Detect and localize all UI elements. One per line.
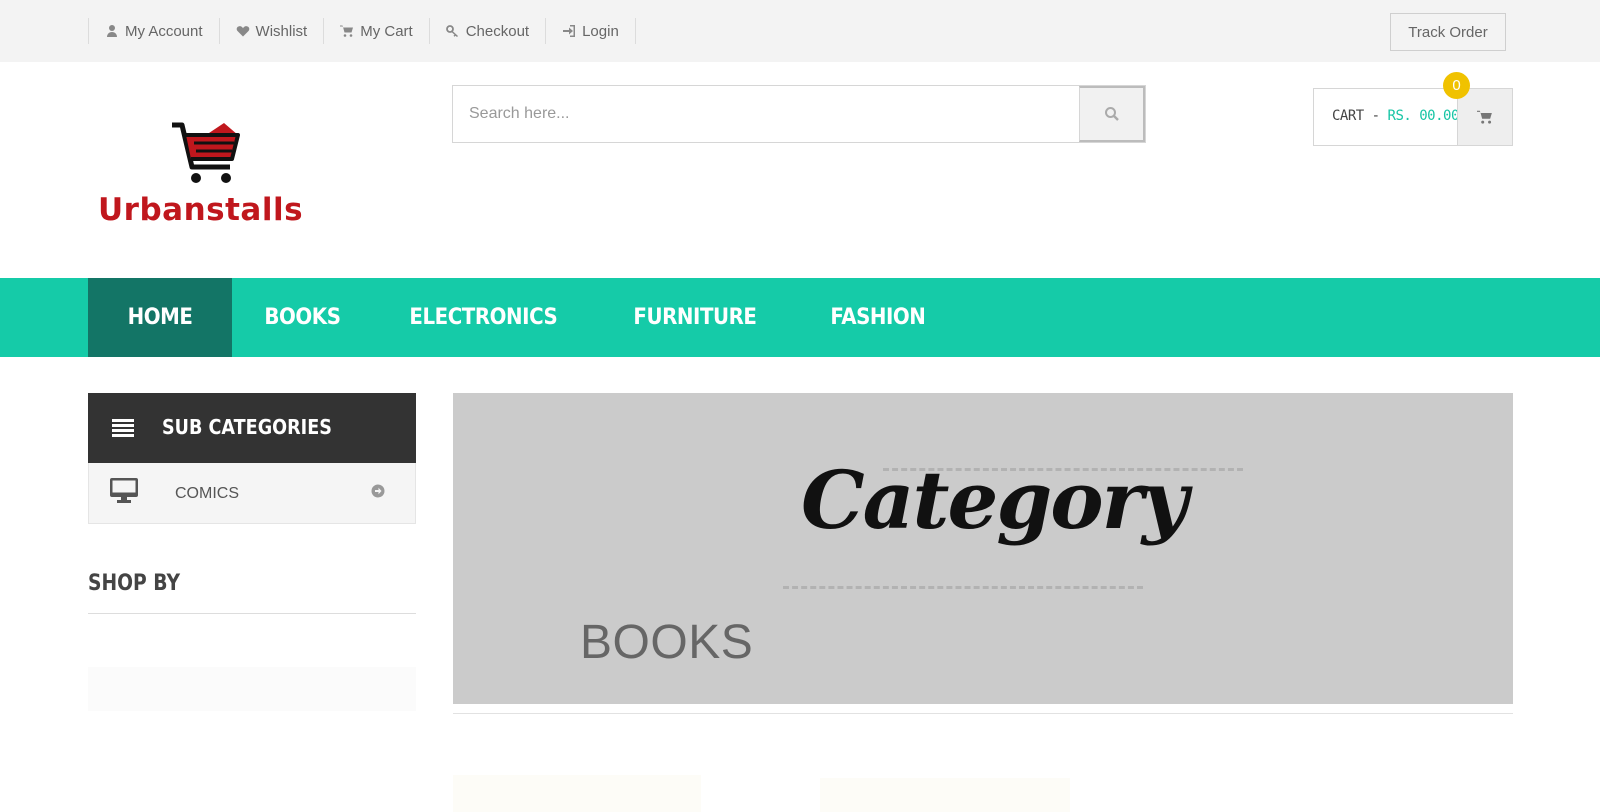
- top-links: My Account Wishlist My Cart Checkout Log…: [88, 18, 636, 44]
- category-banner: Category BOOKS: [453, 393, 1513, 704]
- heart-icon: [236, 24, 250, 38]
- logo-cart-icon: [172, 122, 240, 183]
- faded-filter-block: [88, 667, 416, 711]
- user-icon: [105, 24, 119, 38]
- sub-categories-title: SUB CATEGORIES: [162, 415, 332, 439]
- my-cart-link[interactable]: My Cart: [323, 18, 429, 44]
- sub-categories-header: SUB CATEGORIES: [88, 393, 416, 463]
- nav-item-electronics[interactable]: ELECTRONICS: [377, 278, 590, 357]
- top-bar: My Account Wishlist My Cart Checkout Log…: [0, 0, 1600, 62]
- checkout-label: Checkout: [465, 22, 530, 40]
- cart-amount: RS. 00.00: [1387, 108, 1460, 124]
- wishlist-link[interactable]: Wishlist: [218, 18, 324, 44]
- my-account-label: My Account: [125, 22, 203, 40]
- search-icon: [1104, 107, 1119, 121]
- cart-count-badge: 0: [1443, 72, 1470, 99]
- faded-product-thumb-2: [820, 778, 1070, 812]
- search-bar: [452, 85, 1146, 143]
- cart-label: CART -: [1332, 108, 1388, 124]
- site-logo[interactable]: Urbanstalls: [96, 110, 336, 235]
- faded-product-thumb-1: [453, 775, 701, 812]
- arrow-right-circle-icon: [371, 484, 385, 498]
- header-cart[interactable]: CART - RS. 00.00: [1313, 88, 1513, 146]
- subcategory-label: COMICS: [175, 485, 239, 502]
- subcategory-item-comics[interactable]: COMICS: [88, 463, 416, 524]
- content-divider: [453, 713, 1513, 714]
- login-label: Login: [582, 22, 619, 40]
- track-order-button[interactable]: Track Order: [1390, 13, 1506, 51]
- nav-home-label: HOME: [127, 305, 193, 330]
- nav-item-furniture[interactable]: FURNITURE: [601, 278, 789, 357]
- my-cart-label: My Cart: [360, 22, 413, 40]
- search-input[interactable]: [453, 86, 1081, 142]
- nav-item-fashion[interactable]: FASHION: [798, 278, 958, 357]
- shop-by-divider: [88, 613, 416, 614]
- desktop-icon: [110, 478, 138, 503]
- nav-item-books[interactable]: BOOKS: [232, 278, 373, 357]
- wishlist-label: Wishlist: [255, 22, 308, 40]
- banner-decoration-bottom: [783, 586, 1143, 590]
- cart-icon: [340, 24, 354, 38]
- list-icon: [112, 419, 134, 437]
- nav-item-home[interactable]: HOME: [88, 278, 233, 357]
- sign-in-icon: [562, 24, 576, 38]
- checkout-link[interactable]: Checkout: [428, 18, 545, 44]
- banner-category-title: BOOKS: [580, 616, 754, 669]
- nav-items: HOME BOOKS ELECTRONICS FURNITURE FASHION: [88, 278, 963, 357]
- login-link[interactable]: Login: [545, 18, 636, 44]
- shop-by-title: SHOP BY: [88, 571, 181, 596]
- cart-icon: [1477, 110, 1492, 124]
- key-icon: [445, 24, 460, 38]
- cart-icon-button[interactable]: [1457, 89, 1512, 145]
- cart-summary: CART - RS. 00.00: [1332, 108, 1459, 124]
- main-nav: HOME BOOKS ELECTRONICS FURNITURE FASHION: [0, 278, 1600, 357]
- search-button[interactable]: [1079, 86, 1145, 142]
- logo-text: Urbanstalls: [98, 192, 304, 228]
- banner-category-word: Category: [801, 453, 1188, 547]
- my-account-link[interactable]: My Account: [88, 18, 219, 44]
